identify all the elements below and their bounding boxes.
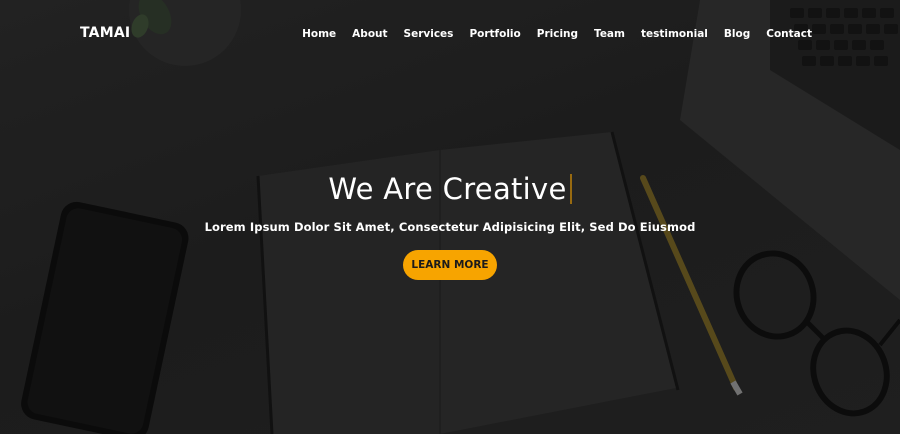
nav-item-team: Team <box>594 24 625 42</box>
hero-content: We Are Creative Lorem Ipsum Dolor Sit Am… <box>0 172 900 280</box>
nav-item-home: Home <box>302 24 336 42</box>
hero-title: We Are Creative <box>328 172 567 206</box>
nav-link-services[interactable]: Services <box>404 28 454 40</box>
learn-more-button[interactable]: LEARN MORE <box>403 250 497 280</box>
nav-link-team[interactable]: Team <box>594 28 625 40</box>
typing-cursor <box>569 174 572 204</box>
hero-subtitle: Lorem Ipsum Dolor Sit Amet, Consectetur … <box>204 220 696 234</box>
nav-link-contact[interactable]: Contact <box>766 28 812 40</box>
nav-link-testimonial[interactable]: testimonial <box>641 28 708 40</box>
nav-item-services: Services <box>404 24 454 42</box>
nav-item-about: About <box>352 24 387 42</box>
hero-section: TAMAI Home About Services Portfolio Pric… <box>0 0 900 434</box>
nav-link-blog[interactable]: Blog <box>724 28 750 40</box>
brand-logo[interactable]: TAMAI <box>80 25 130 41</box>
nav-item-pricing: Pricing <box>537 24 578 42</box>
nav-item-portfolio: Portfolio <box>469 24 520 42</box>
nav-item-testimonial: testimonial <box>641 24 708 42</box>
nav-item-blog: Blog <box>724 24 750 42</box>
nav-link-pricing[interactable]: Pricing <box>537 28 578 40</box>
nav-link-about[interactable]: About <box>352 28 387 40</box>
navbar: TAMAI Home About Services Portfolio Pric… <box>0 0 900 66</box>
nav-menu: Home About Services Portfolio Pricing Te… <box>302 24 812 42</box>
nav-item-contact: Contact <box>766 24 812 42</box>
nav-link-home[interactable]: Home <box>302 28 336 40</box>
hero-title-wrap: We Are Creative <box>328 172 572 206</box>
nav-link-portfolio[interactable]: Portfolio <box>469 28 520 40</box>
